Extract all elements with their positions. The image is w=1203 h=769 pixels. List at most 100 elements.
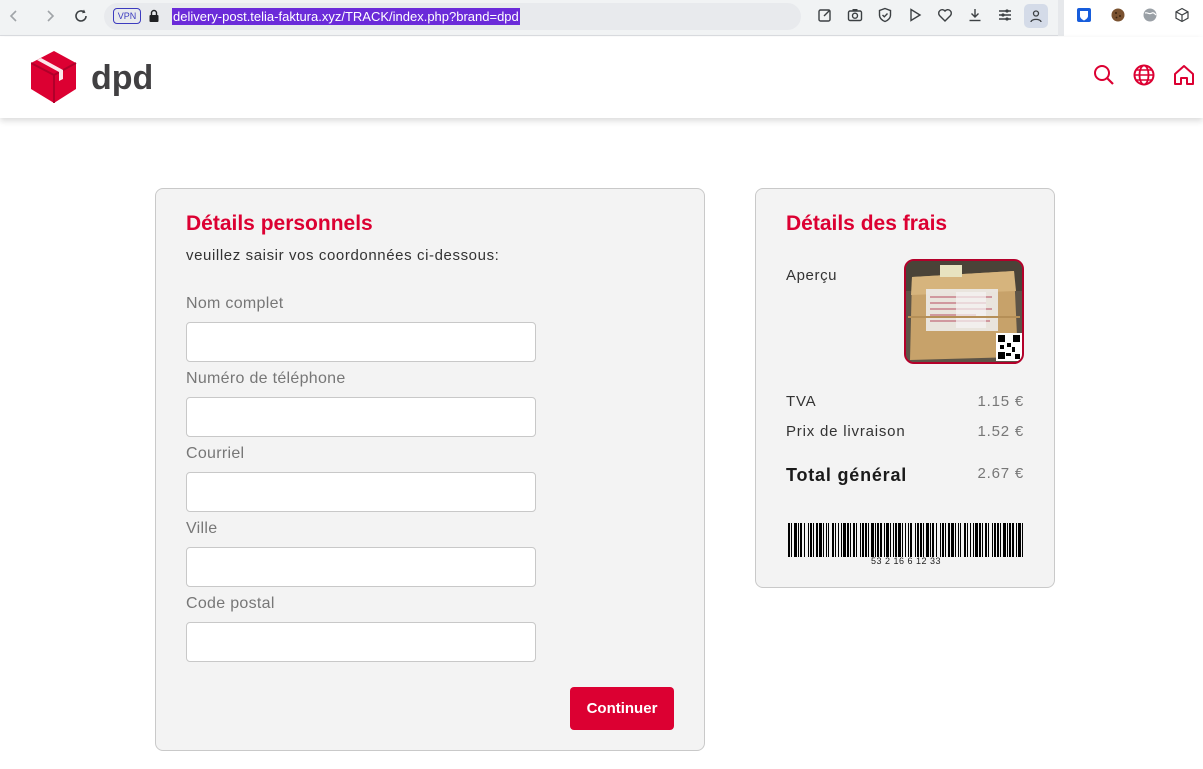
barcode-bar: [945, 523, 946, 557]
barcode-bar: [942, 523, 944, 557]
bitwarden-extension-icon[interactable]: [1076, 7, 1094, 25]
barcode-bar: [804, 523, 805, 557]
personal-details-title: Détails personnels: [186, 212, 373, 235]
barcode-bar: [823, 523, 824, 557]
barcode-bar: [910, 523, 912, 557]
barcode-bar: [832, 523, 834, 557]
barcode-bar: [1007, 523, 1008, 557]
profile-icon[interactable]: [1024, 4, 1048, 28]
city-input[interactable]: [186, 547, 536, 587]
reload-icon[interactable]: [69, 6, 93, 26]
fees-details-title: Détails des frais: [786, 212, 948, 235]
forward-icon[interactable]: [38, 6, 62, 26]
barcode-bar: [886, 523, 889, 557]
barcode-bar: [835, 523, 836, 557]
barcode-bar: [975, 523, 978, 557]
barcode-bar: [856, 523, 857, 557]
back-icon[interactable]: [2, 6, 26, 26]
search-icon[interactable]: [1092, 63, 1116, 87]
barcode-bar: [843, 523, 846, 557]
barcode-bar: [948, 523, 950, 557]
barcode-bar: [997, 523, 999, 557]
barcode-image: [788, 523, 1023, 557]
edit-icon[interactable]: [817, 7, 835, 25]
globe-extension-icon[interactable]: [1142, 7, 1160, 25]
phone-input[interactable]: [186, 397, 536, 437]
total-value: 2.67 €: [977, 465, 1024, 482]
barcode-bar: [875, 523, 876, 557]
vat-value: 1.15 €: [977, 393, 1024, 410]
barcode-bar: [932, 523, 934, 557]
download-icon[interactable]: [967, 7, 985, 25]
barcode-bar: [964, 523, 966, 557]
barcode-bar: [871, 523, 874, 557]
barcode-bar: [808, 523, 809, 557]
personal-details-subtitle: veuillez saisir vos coordonnées ci-desso…: [186, 247, 500, 264]
barcode-bar: [1018, 523, 1021, 557]
barcode-bar: [1000, 523, 1001, 557]
barcode-bar: [1022, 523, 1023, 557]
barcode-bar: [982, 523, 983, 557]
postal-code-input[interactable]: [186, 622, 536, 662]
delivery-price-label: Prix de livraison: [786, 423, 906, 440]
barcode-bar: [958, 523, 959, 557]
address-bar[interactable]: VPN delivery-post.telia-faktura.xyz/TRAC…: [104, 3, 801, 30]
preview-label: Aperçu: [786, 267, 838, 284]
barcode-bar: [940, 523, 941, 557]
browser-toolbar: VPN delivery-post.telia-faktura.xyz/TRAC…: [0, 0, 1203, 36]
barcode-bar: [838, 523, 839, 557]
home-icon[interactable]: [1172, 63, 1196, 87]
full-name-label: Nom complet: [186, 295, 284, 312]
barcode-bar: [1016, 523, 1017, 557]
barcode-bar: [1012, 523, 1014, 557]
barcode-bar: [847, 523, 849, 557]
barcode-bar: [955, 523, 956, 557]
barcode-bar: [992, 523, 993, 557]
barcode-bar: [926, 523, 929, 557]
barcode-bar: [865, 523, 867, 557]
barcode-bar: [788, 523, 790, 557]
vat-row: TVA 1.15 €: [786, 393, 1024, 410]
barcode-bar: [970, 523, 971, 557]
continue-button[interactable]: Continuer: [570, 687, 674, 730]
full-name-input[interactable]: [186, 322, 536, 362]
barcode-bar: [908, 523, 909, 557]
total-label: Total général: [786, 465, 908, 485]
camera-icon[interactable]: [847, 7, 865, 25]
barcode-bar: [988, 523, 989, 557]
vpn-badge[interactable]: VPN: [113, 8, 141, 24]
cookie-extension-icon[interactable]: [1110, 7, 1128, 25]
url-text[interactable]: delivery-post.telia-faktura.xyz/TRACK/in…: [172, 8, 520, 25]
total-row: Total général 2.67 €: [786, 465, 1024, 486]
barcode-bar: [813, 523, 814, 557]
email-label: Courriel: [186, 445, 245, 462]
svg-text:dpd: dpd: [91, 59, 153, 97]
barcode-bar: [967, 523, 968, 557]
menu-lines-icon[interactable]: [997, 7, 1015, 25]
barcode-bar: [826, 523, 827, 557]
site-header: dpd: [0, 37, 1203, 118]
barcode-bar: [930, 523, 931, 557]
barcode-bar: [853, 523, 855, 557]
barcode-bar: [798, 523, 799, 557]
email-input[interactable]: [186, 472, 536, 512]
play-icon[interactable]: [907, 7, 925, 25]
extensions-area: [1064, 0, 1203, 36]
barcode-bar: [1003, 523, 1006, 557]
barcode-bar: [868, 523, 869, 557]
barcode-bar: [905, 523, 906, 557]
globe-icon[interactable]: [1132, 63, 1156, 87]
barcode-bar: [890, 523, 891, 557]
barcode-bar: [877, 523, 879, 557]
dpd-logo[interactable]: dpd: [31, 51, 153, 105]
delivery-price-row: Prix de livraison 1.52 €: [786, 423, 1024, 440]
barcode-bar: [862, 523, 864, 557]
barcode-bar: [979, 523, 981, 557]
cube-extension-icon[interactable]: [1174, 7, 1192, 25]
barcode-bar: [816, 523, 818, 557]
shield-check-icon[interactable]: [877, 7, 895, 25]
barcode-bar: [994, 523, 996, 557]
heart-icon[interactable]: [937, 7, 955, 25]
barcode-bar: [1009, 523, 1011, 557]
barcode-bar: [902, 523, 903, 557]
